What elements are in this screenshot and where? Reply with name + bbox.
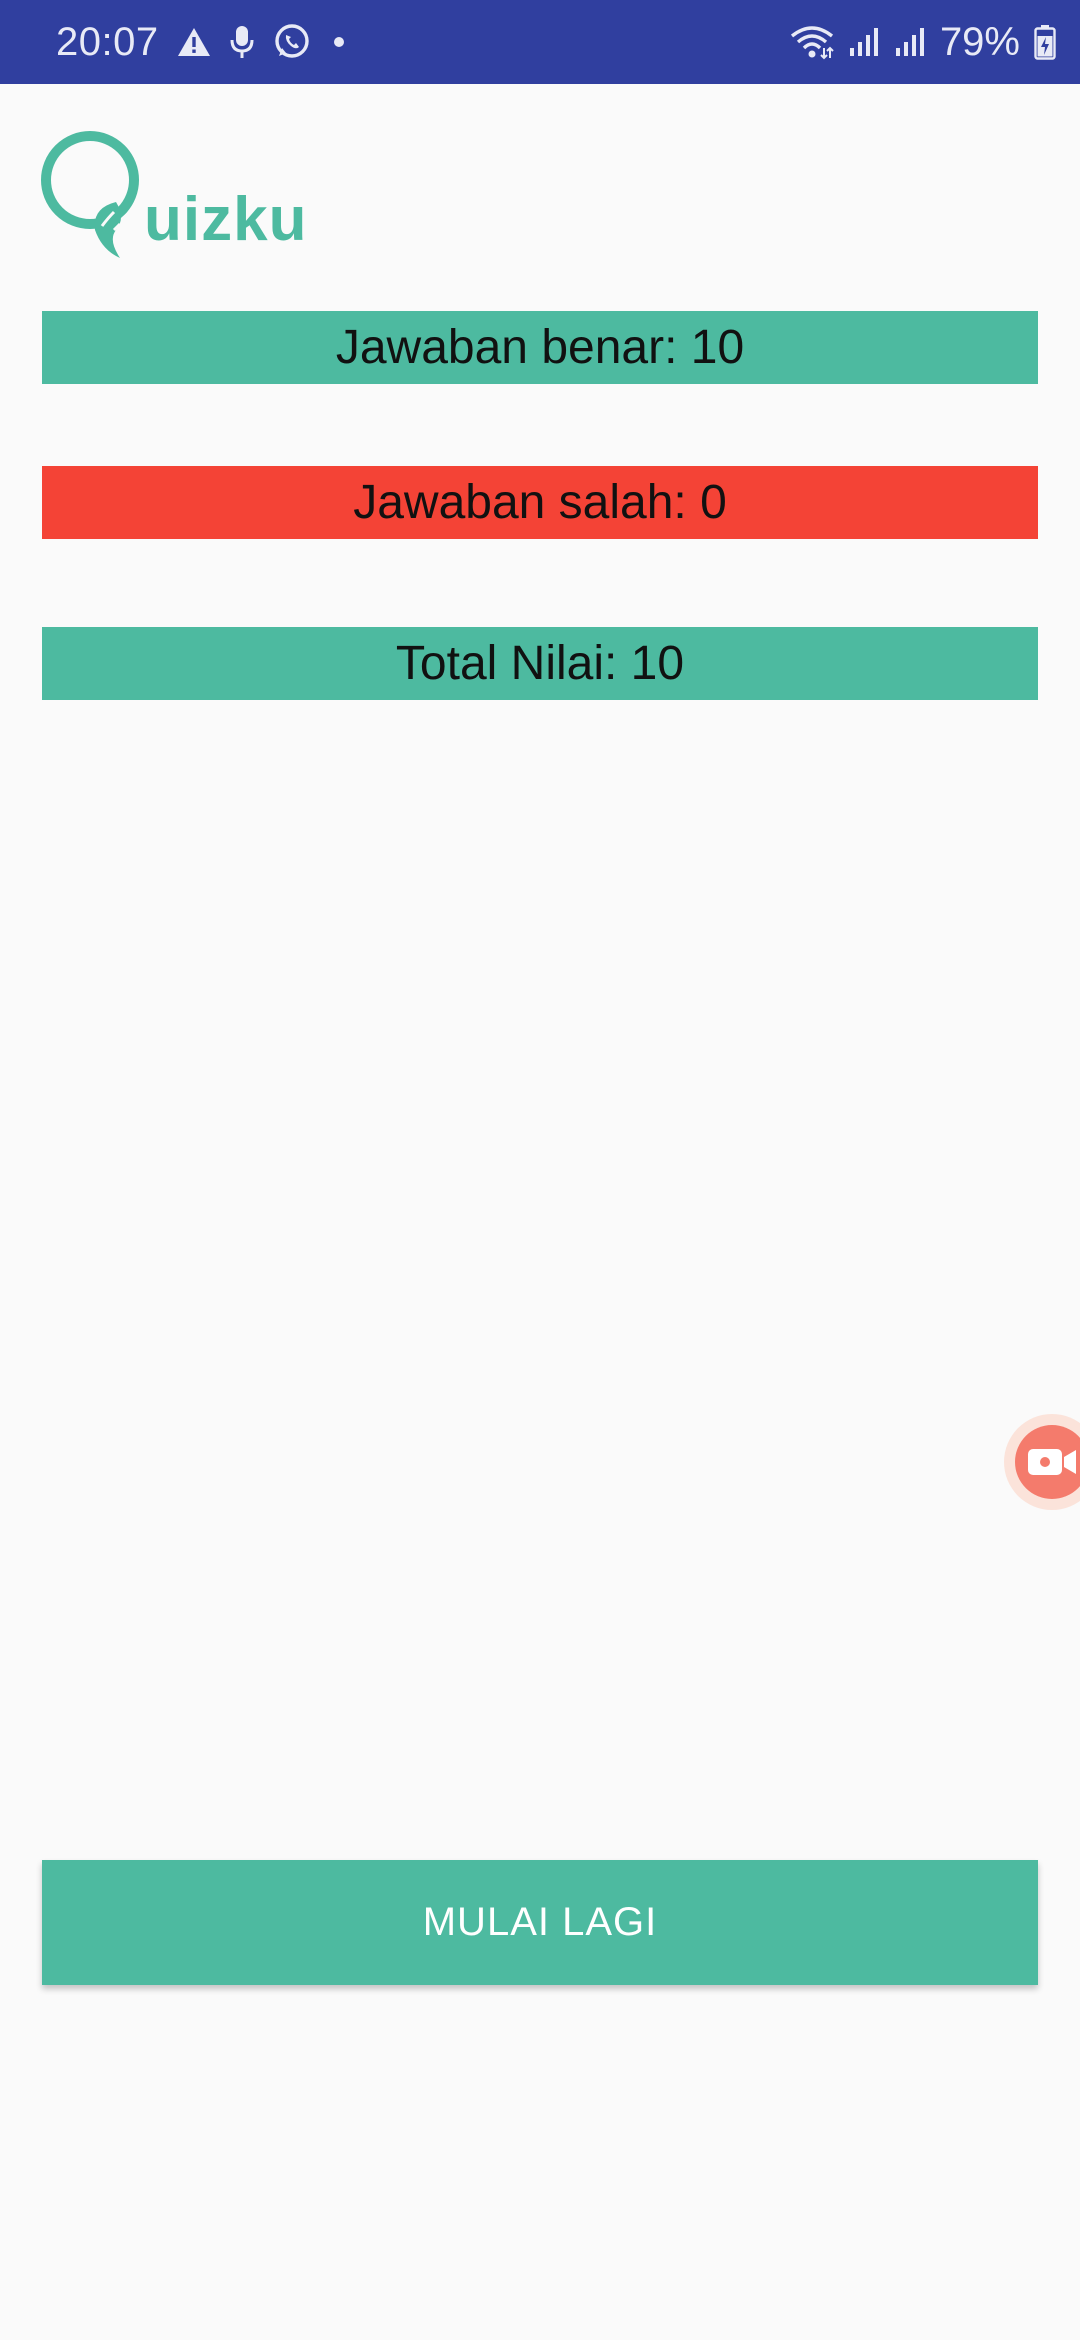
status-left: 20:07 bbox=[56, 0, 349, 84]
status-right: 79% bbox=[790, 0, 1056, 84]
microphone-icon bbox=[229, 24, 255, 60]
record-button[interactable] bbox=[1015, 1425, 1080, 1499]
status-bar: 20:07 79% bbox=[0, 0, 1080, 84]
warning-icon bbox=[177, 26, 211, 58]
q-leaf-logo-icon bbox=[41, 131, 139, 258]
restart-button[interactable]: MULAI LAGI bbox=[42, 1860, 1038, 1985]
total-score-label: Total Nilai: 10 bbox=[42, 627, 1038, 700]
battery-percentage: 79% bbox=[939, 19, 1020, 64]
wifi-icon bbox=[790, 24, 834, 60]
dot-icon bbox=[329, 32, 349, 52]
wrong-answers-label: Jawaban salah: 0 bbox=[42, 466, 1038, 539]
battery-charging-icon bbox=[1034, 24, 1056, 60]
signal-icon bbox=[894, 26, 926, 58]
correct-answers-label: Jawaban benar: 10 bbox=[42, 311, 1038, 384]
video-record-icon bbox=[1028, 1449, 1076, 1475]
whatsapp-icon bbox=[273, 23, 311, 61]
screen-record-bubble[interactable] bbox=[1004, 1414, 1080, 1510]
app-logo: uizku bbox=[40, 122, 320, 262]
status-time: 20:07 bbox=[56, 19, 159, 64]
logo-text: uizku bbox=[144, 185, 308, 254]
signal-icon bbox=[848, 26, 880, 58]
